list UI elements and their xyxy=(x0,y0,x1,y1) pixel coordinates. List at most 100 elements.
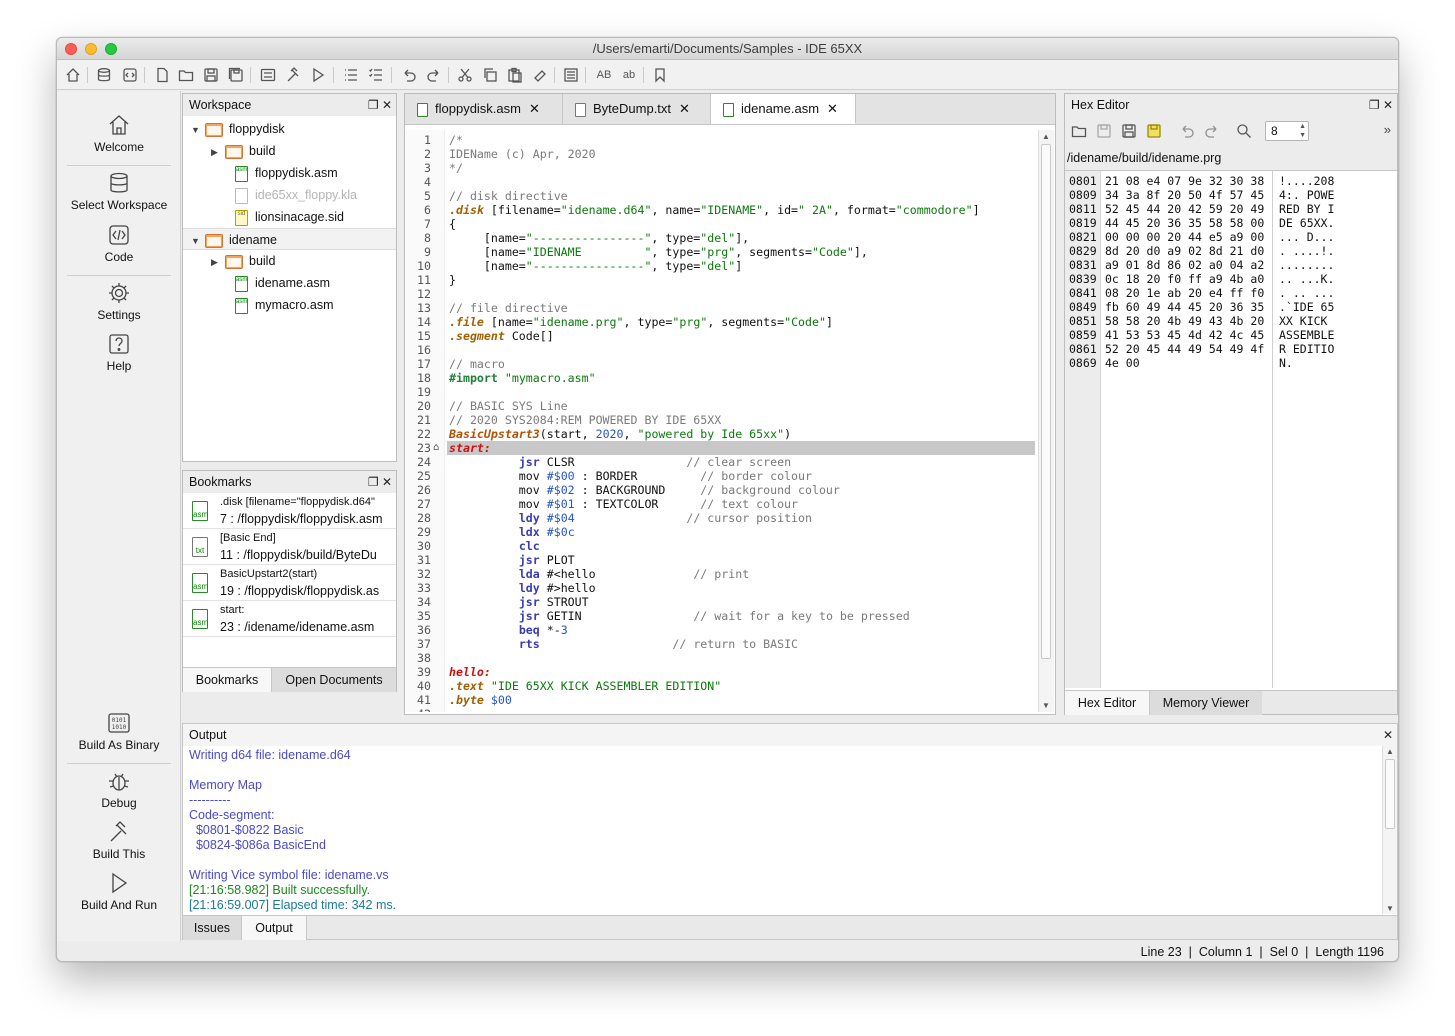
database-icon[interactable] xyxy=(95,66,113,84)
scrollbar-thumb[interactable] xyxy=(1041,144,1051,659)
close-icon[interactable]: ✕ xyxy=(382,98,392,112)
hex-bytes[interactable]: 8d 20 d0 a9 02 8d 21 d0 xyxy=(1105,244,1264,258)
hex-bytes[interactable]: 58 58 20 4b 49 43 4b 20 xyxy=(1105,314,1264,328)
bytes-per-row-stepper[interactable]: 8 ▲ ▼ xyxy=(1265,121,1309,141)
code-line[interactable]: 13 // file directive xyxy=(405,301,1038,315)
code-line[interactable]: 8 [name="----------------", type="del"], xyxy=(405,231,1038,245)
home-icon[interactable] xyxy=(64,66,82,84)
hex-ascii[interactable]: 4:. POWE xyxy=(1279,188,1334,202)
code-line[interactable]: 5 // disk directive xyxy=(405,189,1038,203)
restore-panel-icon[interactable]: ❐ xyxy=(368,98,379,112)
code-line[interactable]: 41 .byte $00 xyxy=(405,693,1038,707)
binary-icon[interactable] xyxy=(259,66,277,84)
minimize-window-button[interactable] xyxy=(85,43,97,55)
bookmark-item[interactable]: asm BasicUpstart2(start) 19 : /floppydisk/… xyxy=(183,565,396,601)
hex-bytes[interactable]: 52 45 44 20 42 59 20 49 xyxy=(1105,202,1264,216)
open-folder-icon[interactable] xyxy=(1070,122,1088,140)
close-tab-icon[interactable]: ✕ xyxy=(679,101,690,116)
code-line[interactable]: 18 #import "mymacro.asm" xyxy=(405,371,1038,385)
close-icon[interactable]: ✕ xyxy=(1383,728,1393,742)
save-icon[interactable] xyxy=(202,66,220,84)
code-line[interactable]: 22 BasicUpstart3(start, 2020, "powered by… xyxy=(405,427,1038,441)
checklist-icon[interactable] xyxy=(367,66,385,84)
hex-bytes[interactable]: 0c 18 20 f0 ff a9 4b a0 xyxy=(1105,272,1264,286)
sidebar-item-build-this[interactable]: Build This xyxy=(57,820,181,861)
hex-ascii[interactable]: ... D... xyxy=(1279,230,1334,244)
redo-icon[interactable] xyxy=(1203,122,1221,140)
code-line[interactable]: 35 jsr GETIN // wait for a key to be pre… xyxy=(405,609,1038,623)
tab-bytedump-txt[interactable]: ByteDump.txt ✕ xyxy=(563,94,711,124)
hex-ascii[interactable]: ASSEMBLE xyxy=(1279,328,1334,342)
code-line[interactable]: 33 ldy #>hello xyxy=(405,581,1038,595)
hex-view[interactable]: 0801 21 08 e4 07 9e 32 30 38 !....208 0809 3… xyxy=(1065,170,1397,688)
code-line[interactable]: 10 [name="----------------", type="del"] xyxy=(405,259,1038,273)
bookmark-item[interactable]: asm .disk [filename="floppydisk.d64" 7 : /… xyxy=(183,493,396,529)
code-line[interactable]: 36 beq *-3 xyxy=(405,623,1038,637)
hex-ascii[interactable]: XX KICK xyxy=(1279,314,1334,328)
save-all-icon[interactable] xyxy=(1145,122,1163,140)
hex-ascii[interactable]: .`IDE 65 xyxy=(1279,300,1334,314)
sidebar-item-select-workspace[interactable]: Select Workspace xyxy=(57,171,181,212)
code-line[interactable]: 17 // macro xyxy=(405,357,1038,371)
sidebar-item-help[interactable]: Help xyxy=(57,332,181,373)
restore-panel-icon[interactable]: ❐ xyxy=(1369,98,1380,112)
hex-ascii[interactable]: ........ xyxy=(1279,258,1334,272)
code-line[interactable]: 32 lda #<hello // print xyxy=(405,567,1038,581)
code-line[interactable]: 30 clc xyxy=(405,539,1038,553)
expand-arrow-icon[interactable]: ▶ xyxy=(211,141,221,163)
code-line[interactable]: 16 xyxy=(405,343,1038,357)
close-icon[interactable]: ✕ xyxy=(382,475,392,489)
overflow-chevron-icon[interactable]: » xyxy=(1384,122,1391,137)
code-line[interactable]: 38 xyxy=(405,651,1038,665)
uppercase-icon[interactable]: AB xyxy=(593,66,615,84)
bookmark-item[interactable]: txt [Basic End] 11 : /floppydisk/build/Byt… xyxy=(183,529,396,565)
tree-item[interactable]: ide65xx_floppy.kla xyxy=(183,184,396,206)
sidebar-item-build-and-run[interactable]: Build And Run xyxy=(57,871,181,912)
tree-item[interactable]: ▼ idename xyxy=(183,228,396,250)
code-line[interactable]: 9 [name="IDENAME ", type="prg", segments… xyxy=(405,245,1038,259)
sidebar-item-settings[interactable]: Settings xyxy=(57,281,181,322)
hex-ascii[interactable]: N. xyxy=(1279,356,1293,370)
hex-bytes[interactable]: 4e 00 xyxy=(1105,356,1140,370)
redo-icon[interactable] xyxy=(425,66,443,84)
code-line[interactable]: 2 IDEName (c) Apr, 2020 xyxy=(405,147,1038,161)
code-line[interactable]: 3 */ xyxy=(405,161,1038,175)
tree-item[interactable]: ▶ build xyxy=(183,140,396,162)
tab-floppydisk-asm[interactable]: floppydisk.asm ✕ xyxy=(405,94,563,124)
output-scrollbar[interactable]: ▲ ▼ xyxy=(1382,746,1397,914)
hex-bytes[interactable]: 41 53 53 45 4d 42 4c 45 xyxy=(1105,328,1264,342)
hex-bytes[interactable]: 00 00 00 20 44 e5 a9 00 xyxy=(1105,230,1264,244)
code-line[interactable]: 39 hello: xyxy=(405,665,1038,679)
zoom-window-button[interactable] xyxy=(105,43,117,55)
open-folder-icon[interactable] xyxy=(177,66,195,84)
bookmark-item[interactable]: asm start: 23 : /idename/idename.asm xyxy=(183,601,396,637)
tree-item[interactable]: ▼ floppydisk xyxy=(183,118,396,140)
tab-issues[interactable]: Issues xyxy=(183,916,242,940)
tree-item[interactable]: asm idename.asm xyxy=(183,272,396,294)
stepper-arrows-icon[interactable]: ▲ ▼ xyxy=(1299,122,1306,140)
save-as-icon[interactable] xyxy=(1120,122,1138,140)
restore-panel-icon[interactable]: ❐ xyxy=(368,475,379,489)
hex-ascii[interactable]: !....208 xyxy=(1279,174,1334,188)
code-line[interactable]: 11} xyxy=(405,273,1038,287)
hex-bytes[interactable]: 21 08 e4 07 9e 32 30 38 xyxy=(1105,174,1264,188)
hex-bytes[interactable]: a9 01 8d 86 02 a0 04 a2 xyxy=(1105,258,1264,272)
code-line[interactable]: 24 jsr CLSR // clear screen xyxy=(405,455,1038,469)
save-all-icon[interactable] xyxy=(227,66,245,84)
editor-scrollbar[interactable]: ▲ ▼ xyxy=(1038,130,1054,712)
code-line[interactable]: 26 mov #$02 : BACKGROUND // background c… xyxy=(405,483,1038,497)
output-log[interactable]: Writing d64 file: idename.d64 Memory Map -… xyxy=(183,746,1381,914)
copy-icon[interactable] xyxy=(481,66,499,84)
close-window-button[interactable] xyxy=(65,43,77,55)
eraser-icon[interactable] xyxy=(531,66,549,84)
close-tab-icon[interactable]: ✕ xyxy=(529,101,540,116)
tab-hex-editor[interactable]: Hex Editor xyxy=(1065,691,1150,715)
sidebar-item-welcome[interactable]: Welcome xyxy=(57,113,181,154)
tab-output[interactable]: Output xyxy=(242,916,307,940)
code-line[interactable]: 34 jsr STROUT xyxy=(405,595,1038,609)
expand-arrow-icon[interactable]: ▼ xyxy=(191,119,201,141)
search-icon[interactable] xyxy=(1235,122,1253,140)
tree-item[interactable]: asm mymacro.asm xyxy=(183,294,396,316)
undo-icon[interactable] xyxy=(400,66,418,84)
code-line[interactable]: 21 // 2020 SYS2084:REM POWERED BY IDE 65X… xyxy=(405,413,1038,427)
